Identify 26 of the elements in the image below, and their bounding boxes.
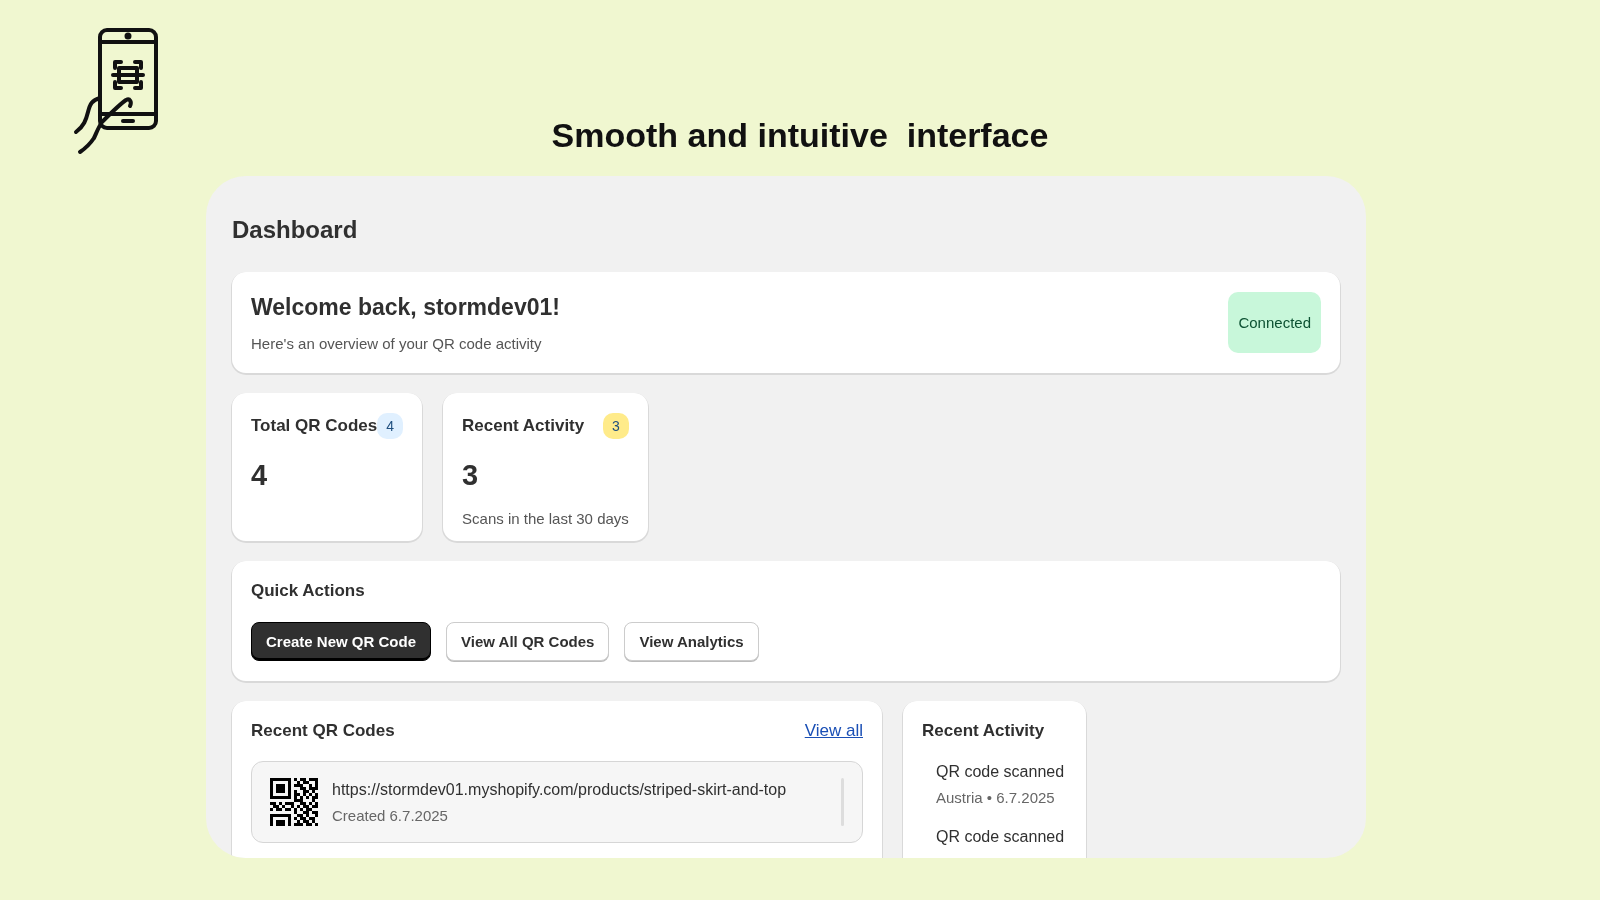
stat-note: Scans in the last 30 days xyxy=(462,510,629,527)
stat-value: 4 xyxy=(251,459,269,492)
created-date: Created 6.7.2025 xyxy=(332,806,449,824)
action-button[interactable]: Create New QR Code xyxy=(251,622,432,661)
stat-title: Total QR Codes xyxy=(251,416,378,436)
count-badge: 4 xyxy=(377,413,404,439)
activity-event: QR code scanned xyxy=(936,763,1066,781)
page-title: Dashboard xyxy=(232,216,359,244)
qr-url: https://stormdev01.myshopify.com/products/striped-skirt-and-top xyxy=(332,780,787,799)
qr-code-item[interactable]: https://stormdev01.myshopify.com/products/striped-skirt-and-top Created 6.7.2025 xyxy=(251,761,863,843)
card-title: Quick Actions xyxy=(251,581,366,601)
activity-detail: Austria • 6.7.2025 xyxy=(936,789,1056,806)
count-badge: 3 xyxy=(603,413,629,439)
welcome-title: Welcome back, stormdev01! xyxy=(251,293,560,321)
qr-code-icon xyxy=(270,778,318,826)
card-title: Recent Activity xyxy=(922,721,1046,741)
stat-value: 3 xyxy=(462,459,480,492)
view-all-link[interactable]: View all xyxy=(804,721,863,741)
action-button[interactable]: View Analytics xyxy=(624,622,759,661)
action-button[interactable]: View All QR Codes xyxy=(446,622,610,661)
card-title: Recent QR Codes xyxy=(251,721,395,741)
activity-event: QR code scanned xyxy=(936,828,1066,846)
status-badge: Connected xyxy=(1228,292,1321,353)
welcome-subtitle: Here's an overview of your QR code activity xyxy=(251,334,543,352)
stat-title: Recent Activity xyxy=(462,416,585,436)
headline: Smooth and intuitive interface xyxy=(550,116,1050,155)
